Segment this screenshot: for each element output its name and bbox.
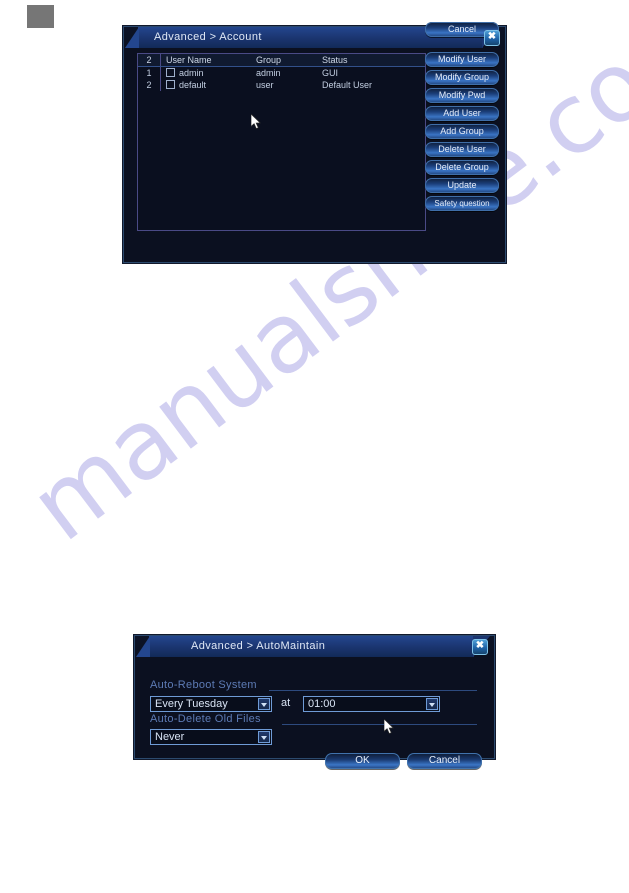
chevron-down-icon[interactable] <box>258 698 270 710</box>
modify-pwd-button[interactable]: Modify Pwd <box>425 88 499 103</box>
update-button[interactable]: Update <box>425 178 499 193</box>
cancel-button[interactable]: Cancel <box>407 753 482 769</box>
account-table: 2 User Name Group Status 1 admin admin G… <box>138 54 425 91</box>
account-user-list[interactable]: 2 User Name Group Status 1 admin admin G… <box>137 53 426 231</box>
reboot-day-select[interactable]: Every Tuesday <box>150 696 272 712</box>
delete-group-button[interactable]: Delete Group <box>425 160 499 175</box>
row-status: GUI <box>322 68 339 78</box>
reboot-time-select[interactable]: 01:00 <box>303 696 440 712</box>
add-group-button[interactable]: Add Group <box>425 124 499 139</box>
add-user-button[interactable]: Add User <box>425 106 499 121</box>
account-dialog: Advanced > Account ✖ 2 User Name Group S… <box>123 22 506 263</box>
auto-reboot-divider <box>269 690 477 691</box>
delete-old-files-select[interactable]: Never <box>150 729 272 745</box>
mouse-cursor <box>384 719 395 735</box>
account-action-buttons: Modify User Modify Group Modify Pwd Add … <box>425 52 499 214</box>
automaintain-dialog-title: Advanced > AutoMaintain <box>191 640 326 652</box>
account-dialog-titlebar: Advanced > Account ✖ <box>124 27 505 48</box>
at-label: at <box>281 697 291 709</box>
close-icon-glyph: ✖ <box>487 31 497 42</box>
row-checkbox[interactable] <box>166 68 175 77</box>
safety-question-button[interactable]: Safety question <box>425 196 499 211</box>
row-group: user <box>256 80 274 90</box>
table-row[interactable]: 1 admin admin GUI <box>138 66 425 80</box>
row-group: admin <box>256 68 281 78</box>
auto-delete-section-label: Auto-Delete Old Files <box>150 713 261 725</box>
automaintain-title-banner: Advanced > AutoMaintain <box>136 636 490 657</box>
auto-delete-divider <box>282 724 477 725</box>
column-header-status: Status <box>322 54 425 67</box>
account-dialog-title: Advanced > Account <box>154 31 262 43</box>
delete-user-button[interactable]: Delete User <box>425 142 499 157</box>
row-checkbox[interactable] <box>166 80 175 89</box>
column-header-group: Group <box>256 54 322 67</box>
row-user-name: admin <box>179 68 204 78</box>
reboot-day-value: Every Tuesday <box>155 698 228 710</box>
automaintain-dialog: Advanced > AutoMaintain ✖ Auto-Reboot Sy… <box>134 635 495 769</box>
row-index: 1 <box>138 66 161 79</box>
column-header-count: 2 <box>138 54 161 67</box>
automaintain-dialog-titlebar: Advanced > AutoMaintain ✖ <box>135 636 494 657</box>
table-header-row: 2 User Name Group Status <box>138 54 425 67</box>
row-user-name: default <box>179 80 207 90</box>
row-status: Default User <box>322 80 373 90</box>
ok-button[interactable]: OK <box>325 753 400 769</box>
row-user-name-cell: default <box>161 79 257 91</box>
chevron-down-icon[interactable] <box>258 731 270 743</box>
account-title-banner: Advanced > Account <box>125 27 499 48</box>
table-row[interactable]: 2 default user Default User <box>138 79 425 91</box>
close-icon-glyph: ✖ <box>475 640 485 651</box>
close-icon[interactable]: ✖ <box>472 639 488 655</box>
modify-user-button[interactable]: Modify User <box>425 52 499 67</box>
delete-old-files-value: Never <box>155 731 185 743</box>
page-corner-block <box>27 5 54 28</box>
reboot-time-value: 01:00 <box>308 698 336 710</box>
chevron-down-icon[interactable] <box>426 698 438 710</box>
modify-group-button[interactable]: Modify Group <box>425 70 499 85</box>
auto-reboot-section-label: Auto-Reboot System <box>150 679 257 691</box>
column-header-user-name: User Name <box>160 54 256 67</box>
row-user-name-cell: admin <box>161 67 257 80</box>
close-icon[interactable]: ✖ <box>484 30 500 46</box>
row-index: 2 <box>138 79 161 91</box>
